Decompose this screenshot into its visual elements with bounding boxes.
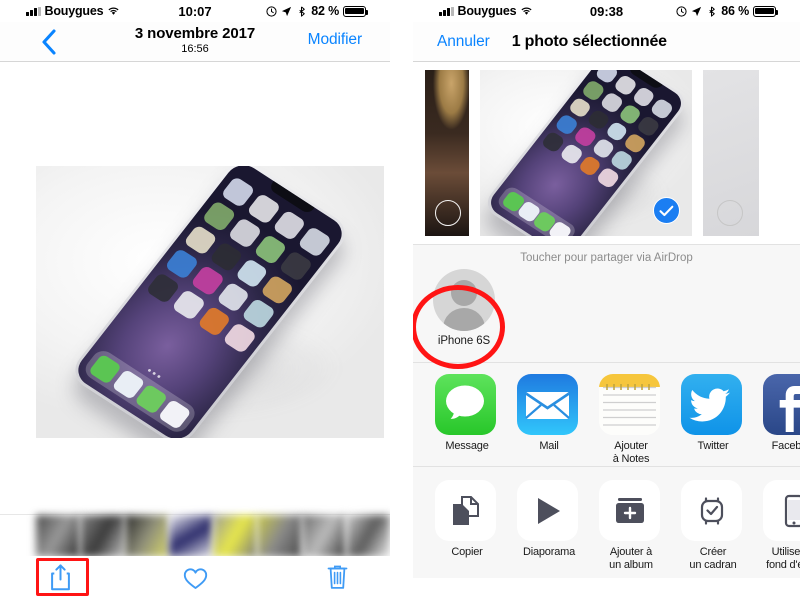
action-label: Copier xyxy=(451,546,483,558)
share-button[interactable] xyxy=(42,560,78,594)
airdrop-hint-label: Toucher pour partager via AirDrop xyxy=(520,252,693,264)
airdrop-contact-iphone-6s[interactable]: iPhone 6S xyxy=(413,269,505,369)
share-target-label: Twitter xyxy=(697,440,729,452)
facebook-icon xyxy=(763,374,800,435)
thumbnail-item[interactable] xyxy=(345,515,390,557)
action-ajouter-album[interactable]: Ajouter à un album xyxy=(599,480,663,578)
left-phone-screen: Bouygues 10:07 82 % 3 novembre 2017 16:5… xyxy=(0,0,390,600)
page-dots xyxy=(147,368,161,379)
picker-photo-current[interactable] xyxy=(480,70,692,236)
selected-check-icon[interactable] xyxy=(653,197,680,224)
share-target-label: Facebook xyxy=(771,440,800,452)
cancel-button[interactable]: Annuler xyxy=(437,33,490,51)
share-target-facebook[interactable]: Facebook xyxy=(763,374,800,466)
share-target-label: Mail xyxy=(539,440,559,452)
right-phone-screen: Bouygues 09:38 86 % Annuler 1 photo séle… xyxy=(413,0,800,600)
add-to-album-icon xyxy=(599,480,660,541)
action-label: Créer un cadran xyxy=(689,546,737,572)
thumbnail-item[interactable] xyxy=(213,515,258,557)
share-icon xyxy=(50,563,70,590)
selection-title: 1 photo sélectionnée xyxy=(511,32,667,50)
checkmark-icon xyxy=(659,205,674,216)
thumbnail-item[interactable] xyxy=(168,515,213,557)
select-ring-icon[interactable] xyxy=(435,200,461,226)
select-ring-icon[interactable] xyxy=(717,200,743,226)
messages-icon xyxy=(435,374,496,435)
thumbnail-item[interactable] xyxy=(301,515,346,557)
share-target-message[interactable]: Message xyxy=(435,374,499,466)
picker-photo-previous[interactable] xyxy=(425,70,469,236)
notes-icon xyxy=(599,374,660,435)
airdrop-contact-label: iPhone 6S xyxy=(437,335,491,347)
thumbnail-strip[interactable] xyxy=(0,514,390,557)
left-nav-bar: 3 novembre 2017 16:56 Modifier xyxy=(0,22,390,62)
screenshot-root: Bouygues 10:07 82 % 3 novembre 2017 16:5… xyxy=(0,0,800,600)
twitter-icon xyxy=(681,374,742,435)
mail-icon xyxy=(517,374,578,435)
left-status-bar: Bouygues 10:07 82 % xyxy=(0,0,390,22)
thumbnail-item[interactable] xyxy=(124,515,169,557)
share-target-twitter[interactable]: Twitter xyxy=(681,374,745,466)
photo-viewer[interactable] xyxy=(0,62,390,504)
main-photo[interactable] xyxy=(36,166,384,438)
wallpaper-icon xyxy=(763,480,800,541)
heart-icon xyxy=(183,567,207,589)
action-label: Diaporama xyxy=(522,546,575,558)
action-creer-cadran[interactable]: Créer un cadran xyxy=(681,480,745,578)
action-copier[interactable]: Copier xyxy=(435,480,499,578)
battery-icon xyxy=(753,5,779,17)
left-bottom-toolbar xyxy=(0,556,390,600)
play-icon xyxy=(517,480,578,541)
airdrop-section: Toucher pour partager via AirDrop iPhone… xyxy=(413,244,800,369)
right-status-bar: Bouygues 09:38 86 % xyxy=(413,0,800,22)
person-silhouette-icon xyxy=(443,280,485,331)
picker-photo-next[interactable] xyxy=(703,70,759,236)
share-target-notes[interactable]: Ajouter à Notes xyxy=(599,374,663,466)
status-clock: 09:38 xyxy=(589,3,624,19)
status-clock: 10:07 xyxy=(178,3,212,19)
actions-row[interactable]: Copier Diaporama Ajouter à un album Crée… xyxy=(413,466,800,578)
thumbnail-item[interactable] xyxy=(257,515,302,557)
thumbnail-item[interactable] xyxy=(36,515,81,557)
action-label: Ajouter à un album xyxy=(609,546,653,572)
share-target-label: Message xyxy=(445,440,489,452)
delete-button[interactable] xyxy=(324,562,350,592)
watch-face-icon xyxy=(681,480,742,541)
avatar xyxy=(433,269,495,331)
trash-icon xyxy=(327,565,347,589)
action-fond-ecran[interactable]: Utiliser en fond d'écran xyxy=(763,480,800,578)
edit-button[interactable]: Modifier xyxy=(308,31,362,49)
action-label: Utiliser en fond d'écran xyxy=(766,546,800,572)
share-target-label: Ajouter à Notes xyxy=(612,440,650,466)
photo-picker-strip[interactable] xyxy=(413,62,800,244)
right-nav-bar: Annuler 1 photo sélectionnée xyxy=(413,22,800,62)
share-targets-row[interactable]: Message Mail Ajouter à Notes Twitter Fac… xyxy=(413,362,800,466)
favorite-button[interactable] xyxy=(180,564,210,592)
share-target-mail[interactable]: Mail xyxy=(517,374,581,466)
thumbnail-item[interactable] xyxy=(80,515,125,557)
battery-icon xyxy=(343,5,369,17)
action-diaporama[interactable]: Diaporama xyxy=(517,480,581,578)
copy-icon xyxy=(435,480,496,541)
